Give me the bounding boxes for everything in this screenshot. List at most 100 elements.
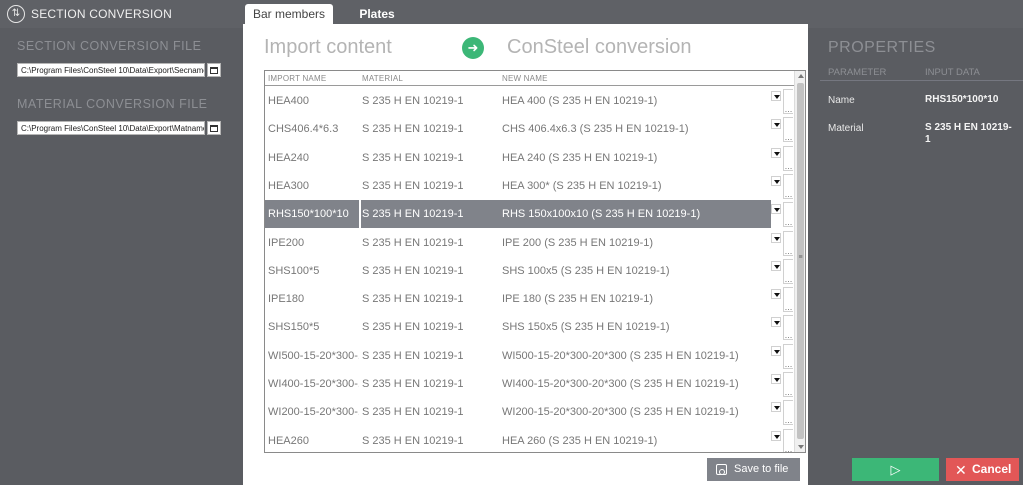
material-cell[interactable]: S 235 H EN 10219-1: [362, 398, 502, 426]
chevron-down-icon[interactable]: [771, 232, 781, 243]
vertical-scrollbar[interactable]: ≡: [794, 71, 805, 452]
import-name-cell[interactable]: RHS150*100*10: [265, 200, 359, 229]
ellipsis-button[interactable]: …: [783, 202, 793, 228]
section-file-path-input[interactable]: [17, 63, 205, 77]
scroll-up-arrow-icon[interactable]: [798, 74, 804, 78]
table-row[interactable]: HEA400 S 235 H EN 10219-1 HEA 400 (S 235 H…: [265, 87, 794, 115]
import-name-cell[interactable]: HEA300: [265, 172, 359, 200]
material-cell[interactable]: S 235 H EN 10219-1: [362, 115, 502, 143]
table-row[interactable]: WI400-15-20*300-... S 235 H EN 10219-1 WI4…: [265, 370, 794, 398]
table-row[interactable]: CHS406.4*6.3 S 235 H EN 10219-1 CHS 406.4x…: [265, 115, 794, 143]
material-cell[interactable]: S 235 H EN 10219-1: [362, 200, 502, 228]
ellipsis-button[interactable]: …: [783, 428, 793, 452]
scroll-down-arrow-icon[interactable]: [798, 445, 804, 449]
cancel-button[interactable]: ✕ Cancel: [946, 458, 1019, 481]
import-name-cell[interactable]: WI400-15-20*300-...: [265, 370, 359, 398]
table-row[interactable]: IPE200 S 235 H EN 10219-1 IPE 200 (S 235 H…: [265, 229, 794, 257]
ellipsis-button[interactable]: …: [783, 372, 793, 397]
material-cell[interactable]: S 235 H EN 10219-1: [362, 257, 502, 285]
new-name-cell[interactable]: WI400-15-20*300-20*300 (S 235 H EN 10219…: [502, 370, 770, 398]
ellipsis-button[interactable]: …: [783, 400, 793, 426]
chevron-down-icon[interactable]: [771, 345, 781, 356]
conversion-cells: S 235 H EN 10219-1 RHS 150x100x10 (S 235 …: [361, 200, 771, 229]
chevron-down-icon[interactable]: [771, 430, 781, 441]
ellipsis-button[interactable]: …: [783, 287, 793, 313]
tab-plates[interactable]: Plates: [349, 4, 405, 26]
ellipsis-button[interactable]: …: [783, 258, 793, 284]
import-name-cell[interactable]: HEA400: [265, 87, 359, 115]
import-name-cell[interactable]: HEA240: [265, 144, 359, 172]
ellipsis-button[interactable]: …: [783, 343, 793, 369]
new-name-cell[interactable]: IPE 180 (S 235 H EN 10219-1): [502, 285, 770, 313]
new-name-cell[interactable]: CHS 406.4x6.3 (S 235 H EN 10219-1): [502, 115, 770, 143]
section-file-browse-button[interactable]: [207, 63, 221, 77]
material-cell[interactable]: S 235 H EN 10219-1: [362, 87, 502, 115]
table-row[interactable]: HEA300 S 235 H EN 10219-1 HEA 300* (S 235 …: [265, 172, 794, 200]
new-name-cell[interactable]: WI500-15-20*300-20*300 (S 235 H EN 10219…: [502, 342, 770, 370]
chevron-down-icon[interactable]: [771, 147, 781, 158]
chevron-down-icon[interactable]: [771, 204, 781, 215]
ellipsis-button[interactable]: …: [783, 230, 793, 256]
new-name-cell[interactable]: WI200-15-20*300-20*300 (S 235 H EN 10219…: [502, 398, 770, 426]
import-name-cell[interactable]: CHS406.4*6.3: [265, 115, 359, 143]
ok-button[interactable]: ▷: [852, 458, 939, 481]
consteel-conversion-heading: ConSteel conversion: [507, 36, 692, 58]
ellipsis-button[interactable]: …: [783, 173, 793, 199]
chevron-down-icon[interactable]: [771, 119, 781, 130]
import-name-cell[interactable]: IPE180: [265, 285, 359, 313]
ellipsis-button[interactable]: …: [783, 315, 793, 341]
section-file-row: [17, 63, 223, 77]
material-cell[interactable]: S 235 H EN 10219-1: [362, 370, 502, 398]
table-row[interactable]: RHS150*100*10 S 235 H EN 10219-1 RHS 150x1…: [265, 200, 794, 229]
material-file-path-input[interactable]: [17, 121, 205, 135]
material-cell[interactable]: S 235 H EN 10219-1: [362, 313, 502, 341]
property-name-value: RHS150*100*10: [925, 94, 999, 105]
chevron-down-icon[interactable]: [771, 289, 781, 300]
ellipsis-button[interactable]: …: [783, 145, 793, 171]
table-row[interactable]: WI500-15-20*300-... S 235 H EN 10219-1 WI5…: [265, 342, 794, 370]
material-cell[interactable]: S 235 H EN 10219-1: [362, 427, 502, 452]
new-name-cell[interactable]: IPE 200 (S 235 H EN 10219-1): [502, 229, 770, 257]
chevron-down-icon[interactable]: [771, 374, 781, 384]
ellipsis-button[interactable]: …: [783, 117, 793, 143]
conversion-cells: S 235 H EN 10219-1 HEA 400 (S 235 H EN 10…: [361, 87, 771, 115]
table-row[interactable]: IPE180 S 235 H EN 10219-1 IPE 180 (S 235 H…: [265, 285, 794, 313]
ellipsis-button[interactable]: …: [783, 89, 793, 114]
new-name-cell[interactable]: RHS 150x100x10 (S 235 H EN 10219-1): [502, 200, 770, 228]
tab-bar-members[interactable]: Bar members: [245, 4, 333, 26]
chevron-down-icon[interactable]: [771, 317, 781, 328]
section-file-heading: SECTION CONVERSION FILE: [17, 39, 202, 53]
conversion-cells: S 235 H EN 10219-1 HEA 260 (S 235 H EN 10…: [361, 427, 771, 452]
new-name-cell[interactable]: SHS 150x5 (S 235 H EN 10219-1): [502, 313, 770, 341]
import-name-cell[interactable]: WI500-15-20*300-...: [265, 342, 359, 370]
import-name-cell[interactable]: SHS150*5: [265, 313, 359, 341]
import-name-cell[interactable]: WI200-15-20*300-...: [265, 398, 359, 426]
table-row[interactable]: HEA240 S 235 H EN 10219-1 HEA 240 (S 235 H…: [265, 144, 794, 172]
save-to-file-button[interactable]: Save to file: [707, 458, 800, 481]
new-name-cell[interactable]: HEA 260 (S 235 H EN 10219-1): [502, 427, 770, 452]
new-name-cell[interactable]: HEA 300* (S 235 H EN 10219-1): [502, 172, 770, 200]
scrollbar-thumb[interactable]: ≡: [797, 83, 804, 439]
table-row[interactable]: SHS150*5 S 235 H EN 10219-1 SHS 150x5 (S 2…: [265, 313, 794, 341]
material-cell[interactable]: S 235 H EN 10219-1: [362, 144, 502, 172]
chevron-down-icon[interactable]: [771, 91, 781, 101]
import-name-cell[interactable]: SHS100*5: [265, 257, 359, 285]
import-name-cell[interactable]: IPE200: [265, 229, 359, 257]
chevron-down-icon[interactable]: [771, 175, 781, 186]
conversion-cells: S 235 H EN 10219-1 SHS 150x5 (S 235 H EN …: [361, 313, 771, 341]
chevron-down-icon[interactable]: [771, 260, 781, 271]
table-row[interactable]: SHS100*5 S 235 H EN 10219-1 SHS 100x5 (S 2…: [265, 257, 794, 285]
table-row[interactable]: HEA260 S 235 H EN 10219-1 HEA 260 (S 235 H…: [265, 427, 794, 452]
import-name-cell[interactable]: HEA260: [265, 427, 359, 452]
material-file-browse-button[interactable]: [207, 121, 221, 135]
new-name-cell[interactable]: HEA 400 (S 235 H EN 10219-1): [502, 87, 770, 115]
material-cell[interactable]: S 235 H EN 10219-1: [362, 285, 502, 313]
conversion-icon: ⇅: [7, 5, 25, 23]
new-name-cell[interactable]: SHS 100x5 (S 235 H EN 10219-1): [502, 257, 770, 285]
material-cell[interactable]: S 235 H EN 10219-1: [362, 172, 502, 200]
material-cell[interactable]: S 235 H EN 10219-1: [362, 229, 502, 257]
table-row[interactable]: WI200-15-20*300-... S 235 H EN 10219-1 WI2…: [265, 398, 794, 426]
new-name-cell[interactable]: HEA 240 (S 235 H EN 10219-1): [502, 144, 770, 172]
material-cell[interactable]: S 235 H EN 10219-1: [362, 342, 502, 370]
chevron-down-icon[interactable]: [771, 402, 781, 413]
